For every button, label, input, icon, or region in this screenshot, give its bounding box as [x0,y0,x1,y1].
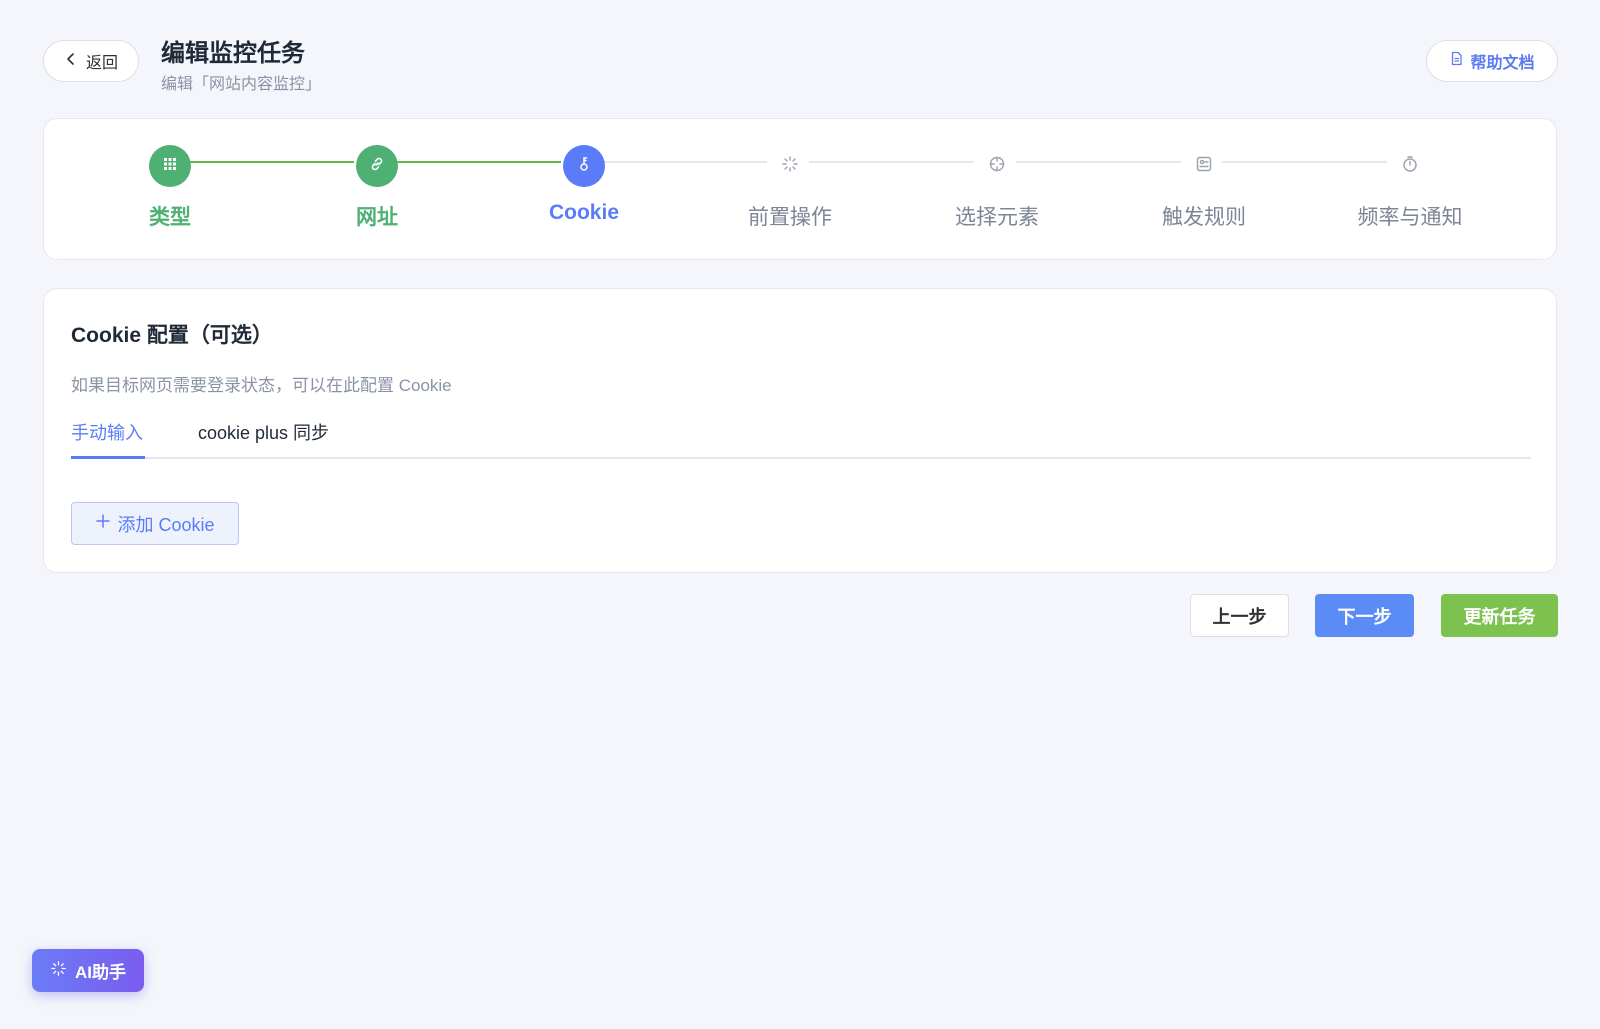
help-docs-button[interactable]: 帮助文档 [1426,40,1558,82]
section-title: Cookie 配置（可选） [71,324,273,347]
document-icon [1449,51,1464,71]
page-title: 编辑监控任务 [161,40,305,67]
crosshair-icon [988,155,1006,178]
grid-icon [161,155,179,178]
step-pre-actions[interactable]: 前置操作 [720,145,860,231]
section-description: 如果目标网页需要登录状态，可以在此配置 Cookie [71,376,452,395]
step-label: 触发规则 [1162,206,1246,229]
step-type[interactable]: 类型 [100,145,240,231]
help-docs-label: 帮助文档 [1470,55,1535,72]
link-icon [368,155,386,178]
tab-cookie-plus-sync[interactable]: cookie plus 同步 [198,417,329,457]
step-label: 类型 [149,206,191,229]
update-task-button[interactable]: 更新任务 [1441,594,1558,637]
back-button-label: 返回 [85,55,118,72]
page-subtitle: 编辑「网站内容监控」 [161,76,322,93]
next-step-button[interactable]: 下一步 [1315,594,1414,637]
step-label: Cookie [548,201,619,224]
cookie-config-card: Cookie 配置（可选） 如果目标网页需要登录状态，可以在此配置 Cookie… [43,288,1557,573]
add-cookie-label: 添加 Cookie [117,514,215,535]
step-frequency-notify[interactable]: 频率与通知 [1340,145,1480,231]
add-cookie-button[interactable]: 添加 Cookie [71,502,239,545]
step-cookie[interactable]: Cookie [514,145,654,225]
prev-step-button[interactable]: 上一步 [1190,594,1289,637]
step-label: 前置操作 [748,206,832,229]
cookie-tabs: 手动输入 cookie plus 同步 [71,417,1531,459]
key-icon [575,155,593,178]
chevron-left-icon [64,52,78,71]
ai-assistant-label: AI助手 [75,963,126,982]
step-url[interactable]: 网址 [307,145,447,231]
tab-manual-input[interactable]: 手动输入 [71,417,145,459]
step-select-elements[interactable]: 选择元素 [927,145,1067,231]
plus-icon [95,513,111,534]
step-label: 网址 [356,206,398,229]
ai-assistant-button[interactable]: AI助手 [32,949,144,992]
step-label: 选择元素 [955,206,1039,229]
back-button[interactable]: 返回 [43,40,139,82]
rule-icon [1195,155,1213,178]
steps-card: 类型 网址 Cookie 前置操作 选择元素 触发规则 频率与通知 [43,118,1557,260]
stopwatch-icon [1401,155,1419,178]
spinner-icon [781,155,799,178]
step-trigger-rules[interactable]: 触发规则 [1134,145,1274,231]
step-label: 频率与通知 [1357,206,1463,229]
sparkle-icon [50,960,67,982]
